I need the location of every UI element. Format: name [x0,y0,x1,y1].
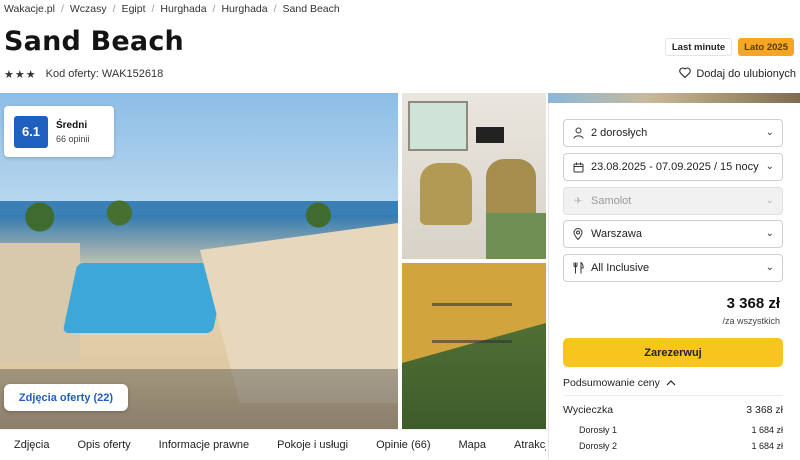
season-badge: Lato 2025 [738,38,794,56]
calendar-icon [572,161,584,173]
tab-photos[interactable]: Zdjęcia [14,439,49,451]
tab-rooms[interactable]: Pokoje i usługi [277,439,348,451]
tab-attractions[interactable]: Atrakcje [514,439,546,451]
breadcrumb-item-city[interactable]: Hurghada [221,3,267,15]
summary-total-row: Wycieczka 3 368 zł [563,404,783,416]
tab-reviews[interactable]: Opinie (66) [376,439,430,451]
summary-item-label: Dorosły 2 [579,441,618,451]
total-price: 3 368 zł [726,295,780,312]
favorite-label: Dodaj do ulubionych [696,68,796,80]
summary-total-value: 3 368 zł [746,404,783,416]
breadcrumb-item-current: Sand Beach [282,3,340,15]
breadcrumb: Wakacje.pl / Wczasy / Egipt / Hurghada /… [4,2,340,16]
transport-value: Samolot [591,195,632,207]
tab-legal[interactable]: Informacje prawne [159,439,250,451]
chevron-down-icon: ⌄ [765,161,774,172]
breadcrumb-separator: / [212,3,216,15]
summary-total-label: Wycieczka [563,404,614,416]
offer-badges: Last minute Lato 2025 [664,38,794,56]
summary-item-row: Dorosły 2 1 684 zł [563,441,783,451]
summary-item-row: Dorosły 1 1 684 zł [563,425,783,435]
travelers-select[interactable]: 2 dorosłych ⌄ [563,119,783,147]
airplane-icon: ✈ [573,195,583,207]
main-hotel-photo[interactable]: 6.1 Średni 66 opinii Zdjęcia oferty (22) [0,93,398,429]
show-photos-button[interactable]: Zdjęcia oferty (22) [4,384,128,411]
star-icon: ★ [25,68,36,81]
garden-photo[interactable] [402,263,546,429]
summary-item-value: 1 684 zł [751,441,783,451]
star-icon: ★ [4,68,14,81]
dates-select[interactable]: 23.08.2025 - 07.09.2025 / 15 nocy ⌄ [563,153,783,181]
rating-card[interactable]: 6.1 Średni 66 opinii [4,106,114,157]
offer-meta: ★ ★ ★ Kod oferty: WAK152618 [4,66,163,82]
breadcrumb-separator: / [112,3,116,15]
breadcrumb-separator: / [273,3,277,15]
tab-map[interactable]: Mapa [459,439,487,451]
add-to-favorites-button[interactable]: Dodaj do ulubionych [679,66,796,82]
tab-description[interactable]: Opis oferty [77,439,130,451]
summary-item-value: 1 684 zł [751,425,783,435]
person-icon [572,127,584,139]
dates-value: 23.08.2025 - 07.09.2025 / 15 nocy [591,161,759,173]
price-summary-label: Podsumowanie ceny [563,377,660,389]
chevron-down-icon: ⌄ [765,127,774,138]
review-count: 66 opinii [56,133,90,144]
summary-item-label: Dorosły 1 [579,425,618,435]
hotel-stars: ★ ★ ★ [4,68,36,81]
transport-select: ✈ Samolot ⌄ [563,187,783,215]
board-value: All Inclusive [591,262,650,274]
cutlery-icon [572,262,584,274]
chevron-down-icon: ⌄ [765,262,774,273]
chevron-up-icon [666,377,676,389]
offer-code: Kod oferty: WAK152618 [45,68,164,80]
booking-panel: 2 dorosłych ⌄ 23.08.2025 - 07.09.2025 / … [548,103,800,460]
last-minute-badge: Last minute [664,38,733,56]
book-button[interactable]: Zarezerwuj [563,338,783,367]
board-select[interactable]: All Inclusive ⌄ [563,254,783,282]
departure-select[interactable]: Warszawa ⌄ [563,220,783,248]
room-photo[interactable] [402,93,546,259]
chevron-down-icon: ⌄ [765,195,774,206]
page-title: Sand Beach [4,26,184,57]
breadcrumb-separator: / [60,3,64,15]
chevron-down-icon: ⌄ [765,228,774,239]
star-icon: ★ [14,68,25,81]
breadcrumb-item-wczasy[interactable]: Wczasy [70,3,107,15]
breadcrumb-separator: / [151,3,155,15]
breadcrumb-item-region[interactable]: Hurghada [160,3,206,15]
rating-label: Średni [56,119,88,131]
offer-tabs: Zdjęcia Opis oferty Informacje prawne Po… [0,429,546,460]
departure-value: Warszawa [591,228,642,240]
divider [563,395,783,396]
travelers-value: 2 dorosłych [591,127,648,139]
price-note: /za wszystkich [722,316,780,326]
location-pin-icon [572,228,584,240]
breadcrumb-item-home[interactable]: Wakacje.pl [4,3,55,15]
breadcrumb-item-country[interactable]: Egipt [122,3,146,15]
price-summary-toggle[interactable]: Podsumowanie ceny [563,377,676,389]
heart-icon [679,67,692,81]
rating-score: 6.1 [14,115,48,148]
